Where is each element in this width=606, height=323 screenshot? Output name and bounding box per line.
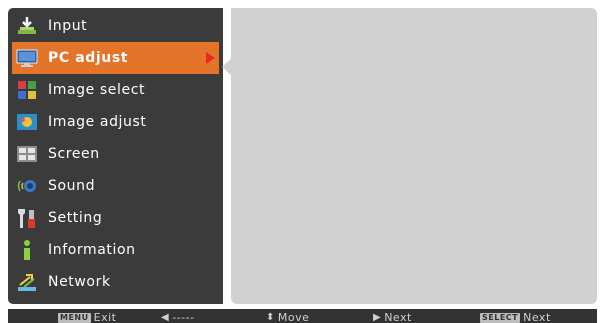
image-select-icon bbox=[18, 81, 36, 99]
help-next: ▶ Next bbox=[373, 311, 412, 323]
help-move: ⬍ Move bbox=[266, 311, 309, 323]
menu-item-network[interactable]: Network bbox=[8, 266, 223, 298]
menu-item-pc-adjust[interactable]: PC adjust bbox=[12, 42, 219, 74]
help-select: SELECT Next bbox=[480, 311, 551, 323]
menu-item-information[interactable]: Information bbox=[8, 234, 223, 266]
right-arrow-icon: ▶ bbox=[373, 312, 382, 323]
help-select-label: Next bbox=[523, 311, 551, 323]
input-icon bbox=[18, 17, 36, 34]
menu-item-label: Input bbox=[48, 18, 88, 34]
help-move-label: Move bbox=[277, 311, 310, 323]
menu-item-sound[interactable]: Sound bbox=[8, 170, 223, 202]
menu-item-image-select[interactable]: Image select bbox=[8, 74, 223, 106]
menu-item-input[interactable]: Input bbox=[8, 10, 223, 42]
menu-item-screen[interactable]: Screen bbox=[8, 138, 223, 170]
menu-item-setting[interactable]: Setting bbox=[8, 202, 223, 234]
help-exit: MENU Exit bbox=[58, 311, 116, 323]
menu-item-label: Information bbox=[48, 242, 136, 258]
projector-osd-screen: Input PC adjust Image select Image adjus… bbox=[0, 0, 606, 323]
select-key-badge: SELECT bbox=[480, 312, 521, 323]
help-back: ◀ ----- bbox=[161, 311, 195, 323]
help-bar: MENU Exit ◀ ----- ⬍ Move ▶ Next SELECT N… bbox=[8, 309, 597, 323]
help-back-label: ----- bbox=[172, 311, 195, 323]
menu-item-label: Image adjust bbox=[48, 114, 147, 130]
menu-item-label: Network bbox=[48, 274, 111, 290]
submenu-arrow-icon bbox=[206, 52, 215, 64]
network-icon bbox=[18, 274, 36, 291]
menu-item-label: Setting bbox=[48, 210, 103, 226]
menu-item-label: Screen bbox=[48, 146, 100, 162]
menu-key-badge: MENU bbox=[58, 312, 91, 323]
submenu-panel bbox=[231, 8, 597, 304]
main-menu: Input PC adjust Image select Image adjus… bbox=[8, 8, 223, 304]
image-adjust-icon bbox=[17, 114, 37, 130]
screen-icon bbox=[17, 146, 37, 162]
up-down-arrow-icon: ⬍ bbox=[266, 312, 275, 323]
help-exit-label: Exit bbox=[93, 311, 117, 323]
sound-icon bbox=[17, 180, 36, 192]
help-next-label: Next bbox=[384, 311, 412, 323]
setting-icon bbox=[18, 209, 35, 228]
menu-item-label: Sound bbox=[48, 178, 96, 194]
menu-item-image-adjust[interactable]: Image adjust bbox=[8, 106, 223, 138]
information-icon bbox=[24, 240, 30, 260]
left-arrow-icon: ◀ bbox=[161, 312, 170, 323]
pc-adjust-icon bbox=[16, 49, 38, 67]
menu-item-label: Image select bbox=[48, 82, 146, 98]
menu-item-label: PC adjust bbox=[48, 50, 129, 66]
